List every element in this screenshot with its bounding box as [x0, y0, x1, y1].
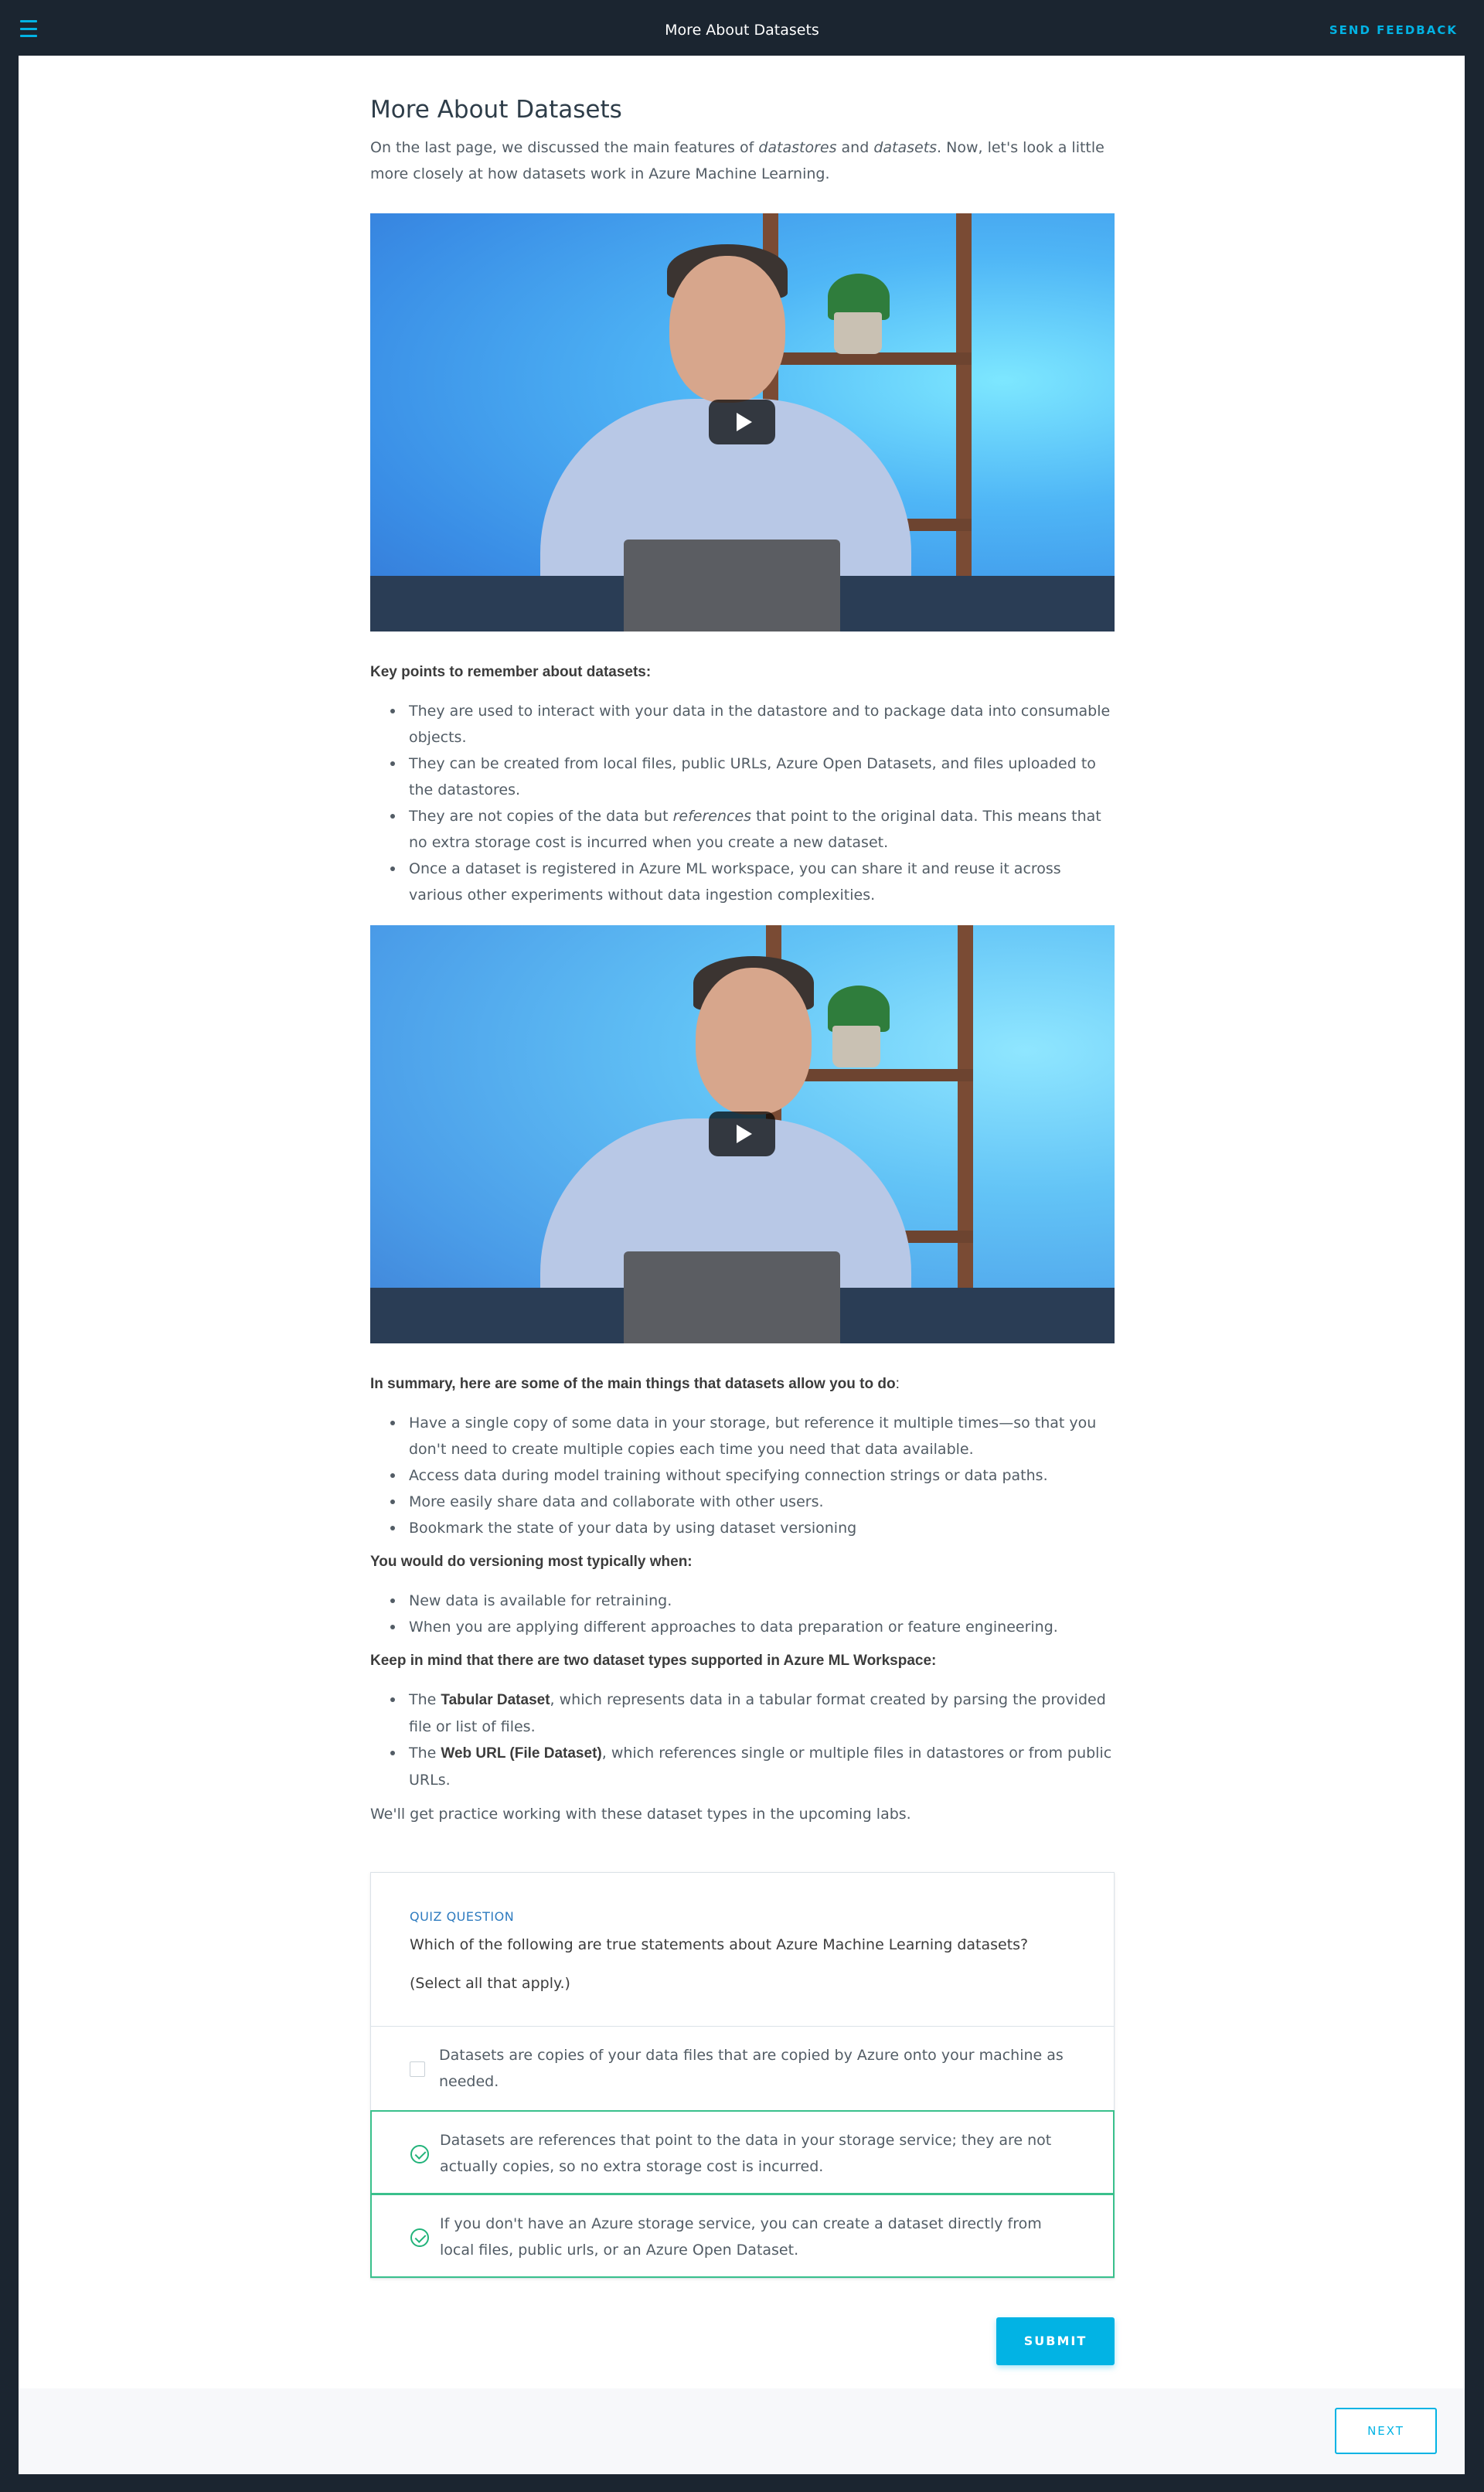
- list-item: Access data during model training withou…: [390, 1462, 1115, 1489]
- plant-pot-decoration: [832, 1026, 880, 1067]
- list-item: The Tabular Dataset, which represents da…: [390, 1687, 1115, 1740]
- quiz-option-text: Datasets are references that point to th…: [440, 2132, 1052, 2175]
- list-item: Have a single copy of some data in your …: [390, 1410, 1115, 1462]
- quiz-option[interactable]: If you don't have an Azure storage servi…: [370, 2194, 1115, 2278]
- quiz-option-text: Datasets are copies of your data files t…: [439, 2047, 1064, 2090]
- checkbox-unchecked-icon[interactable]: [410, 2061, 425, 2077]
- next-button[interactable]: NEXT: [1335, 2408, 1437, 2454]
- quiz-label: QUIZ QUESTION: [410, 1909, 515, 1924]
- page-title: More About Datasets: [370, 96, 622, 124]
- presenter-figure: [669, 256, 785, 403]
- versioning-list: New data is available for retraining. Wh…: [370, 1588, 1115, 1640]
- quiz-option-text: If you don't have an Azure storage servi…: [440, 2215, 1042, 2259]
- plant-decoration: [828, 986, 890, 1032]
- lesson-card: More About Datasets On the last page, we…: [19, 56, 1465, 2388]
- key-points-list: They are used to interact with your data…: [370, 698, 1115, 908]
- list-item: Once a dataset is registered in Azure ML…: [390, 856, 1115, 908]
- list-item: They can be created from local files, pu…: [390, 751, 1115, 803]
- laptop-decoration: [624, 1251, 840, 1343]
- list-item: More easily share data and collaborate w…: [390, 1489, 1115, 1515]
- play-icon: [736, 413, 752, 431]
- play-button[interactable]: [709, 1112, 775, 1156]
- dataset-types-heading: Keep in mind that there are two dataset …: [370, 1653, 937, 1669]
- submit-button[interactable]: SUBMIT: [996, 2317, 1115, 2365]
- quiz-panel: QUIZ QUESTION Which of the following are…: [370, 1872, 1115, 2279]
- presenter-figure: [696, 968, 812, 1115]
- hamburger-menu-icon[interactable]: [20, 20, 39, 37]
- summary-heading: In summary, here are some of the main th…: [370, 1376, 900, 1392]
- lesson-content: More About Datasets On the last page, we…: [370, 94, 1115, 1827]
- video-player-1[interactable]: [370, 213, 1115, 632]
- list-item: They are not copies of the data but refe…: [390, 803, 1115, 856]
- intro-paragraph: On the last page, we discussed the main …: [370, 139, 1104, 182]
- quiz-question: Which of the following are true statemen…: [410, 1936, 1029, 1953]
- list-item: The Web URL (File Dataset), which refere…: [390, 1740, 1115, 1793]
- shelf-decoration: [763, 352, 972, 365]
- header-title: More About Datasets: [665, 22, 819, 39]
- footer-bar: NEXT: [19, 2388, 1465, 2474]
- play-button[interactable]: [709, 400, 775, 444]
- check-circle-icon[interactable]: [410, 2145, 429, 2163]
- versioning-heading: You would do versioning most typically w…: [370, 1554, 693, 1570]
- quiz-option[interactable]: Datasets are references that point to th…: [370, 2110, 1115, 2194]
- shelf-decoration: [956, 213, 972, 632]
- laptop-decoration: [624, 540, 840, 632]
- quiz-note: (Select all that apply.): [410, 1975, 570, 1992]
- send-feedback-link[interactable]: SEND FEEDBACK: [1329, 22, 1458, 38]
- top-bar: More About Datasets SEND FEEDBACK: [0, 0, 1484, 59]
- list-item: They are used to interact with your data…: [390, 698, 1115, 751]
- closing-paragraph: We'll get practice working with these da…: [370, 1806, 911, 1823]
- summary-list: Have a single copy of some data in your …: [370, 1410, 1115, 1541]
- dataset-types-list: The Tabular Dataset, which represents da…: [370, 1687, 1115, 1793]
- list-item: New data is available for retraining.: [390, 1588, 1115, 1614]
- shelf-decoration: [958, 925, 973, 1343]
- list-item: Bookmark the state of your data by using…: [390, 1515, 1115, 1541]
- play-icon: [736, 1125, 752, 1143]
- quiz-header: QUIZ QUESTION Which of the following are…: [371, 1873, 1114, 2027]
- list-item: When you are applying different approach…: [390, 1614, 1115, 1640]
- quiz-option[interactable]: Datasets are copies of your data files t…: [371, 2027, 1114, 2111]
- plant-pot-decoration: [834, 312, 882, 354]
- key-points-heading: Key points to remember about datasets:: [370, 664, 652, 680]
- video-player-2[interactable]: [370, 925, 1115, 1343]
- check-circle-icon[interactable]: [410, 2228, 429, 2247]
